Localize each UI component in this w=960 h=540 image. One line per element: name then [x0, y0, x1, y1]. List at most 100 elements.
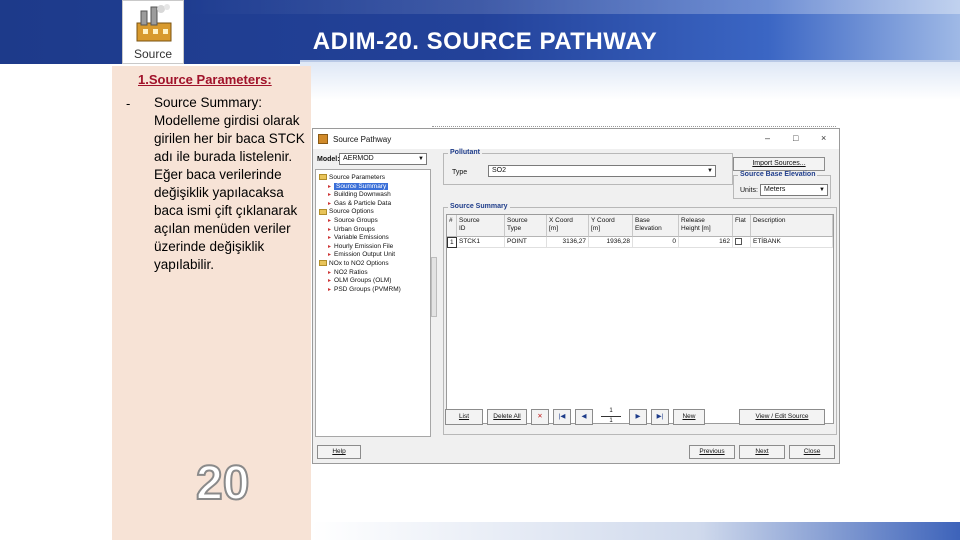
table-cell: 0: [633, 237, 679, 248]
tree-item[interactable]: ▸ Urban Groups: [328, 226, 375, 233]
tree-item[interactable]: ▸ Building Downwash: [328, 191, 391, 198]
column-header[interactable]: Base Elevation: [633, 215, 679, 237]
column-header[interactable]: #: [447, 215, 457, 237]
source-pathway-window: Source Pathway – □ × Model: AERMOD ▼ Sou…: [312, 128, 840, 464]
table-cell: 3136,27: [547, 237, 589, 248]
folder-icon: [319, 174, 327, 181]
factory-icon: [136, 4, 172, 42]
tree-item-label: Source Parameters: [329, 174, 385, 181]
next-button[interactable]: Next: [739, 445, 785, 459]
units-select[interactable]: Meters ▼: [760, 184, 828, 196]
first-record-icon[interactable]: |◀: [553, 409, 571, 425]
tree-folder[interactable]: NOx to NO2 Options: [319, 260, 389, 267]
title-bar: Source Pathway – □ ×: [313, 129, 839, 149]
type-label: Type: [452, 169, 468, 176]
minimize-button[interactable]: –: [765, 133, 770, 143]
checkbox-icon: [735, 238, 742, 245]
header-stripe: [186, 0, 960, 14]
next-record-icon[interactable]: ▶: [629, 409, 647, 425]
arrow-icon: ▸: [328, 252, 332, 259]
maximize-button[interactable]: □: [793, 133, 798, 143]
summary-group-title: Source Summary: [448, 203, 510, 210]
chevron-down-icon: ▼: [418, 156, 424, 162]
tree-item[interactable]: ▸ Source Groups: [328, 217, 378, 224]
help-button[interactable]: Help: [317, 445, 361, 459]
arrow-icon: ▸: [328, 226, 332, 233]
record-navigation: List Delete All ✕ |◀ ◀ 1 1 ▶ ▶| New View…: [443, 407, 835, 429]
units-label: Units:: [740, 187, 758, 194]
tree-item[interactable]: ▸ OLM Groups (OLM): [328, 277, 391, 284]
pollutant-type-select[interactable]: SO2 ▼: [488, 165, 716, 177]
import-sources-label: Import Sources...: [752, 160, 806, 167]
import-sources-button[interactable]: Import Sources...: [733, 157, 825, 171]
tree-item[interactable]: ▸ PSD Groups (PVMRM): [328, 286, 401, 293]
column-header[interactable]: Flat: [733, 215, 751, 237]
tree-item-label: Gas & Particle Data: [334, 199, 392, 207]
pollutant-group: Pollutant Type SO2 ▼: [443, 149, 733, 185]
arrow-icon: ▸: [328, 243, 332, 250]
elevation-group-title: Source Base Elevation: [738, 171, 818, 178]
tree-item-label: Source Groups: [334, 217, 378, 224]
source-base-elevation-group: Source Base Elevation Units: Meters ▼: [733, 171, 831, 199]
logo-label: Source: [133, 47, 173, 61]
column-header[interactable]: Y Coord [m]: [589, 215, 633, 237]
tree-folder[interactable]: Source Parameters: [319, 174, 385, 181]
table-cell: STCK1: [457, 237, 505, 248]
record-counter-current: 1: [609, 408, 613, 414]
arrow-icon: ▸: [328, 200, 332, 207]
tree-item[interactable]: ▸ Source Summary: [328, 182, 389, 190]
tree-item[interactable]: ▸ Gas & Particle Data: [328, 200, 391, 207]
tree-item-label: Urban Groups: [334, 225, 375, 233]
list-button[interactable]: List: [445, 409, 483, 425]
pathway-tree: Source Parameters ▸ Source Summary ▸ Buildin…: [315, 169, 431, 437]
column-header[interactable]: Source Type: [505, 215, 547, 237]
record-counter: 1 1: [597, 407, 625, 427]
new-button[interactable]: New: [673, 409, 705, 425]
panel-heading: 1.Source Parameters:: [138, 72, 272, 87]
last-record-icon[interactable]: ▶|: [651, 409, 669, 425]
delete-all-button[interactable]: Delete All: [487, 409, 527, 425]
tree-item-label: Variable Emissions: [334, 234, 389, 242]
tree-item-label: NOx to NO2 Options: [329, 260, 389, 267]
tree-item[interactable]: ▸ Emission Output Unit: [328, 251, 395, 258]
tree-folder[interactable]: Source Options: [319, 208, 374, 215]
tree-item-label: Emission Output Unit: [334, 251, 396, 259]
tree-item-label: Source Options: [329, 208, 374, 216]
model-select[interactable]: AERMOD ▼: [339, 153, 427, 165]
model-value: AERMOD: [343, 155, 374, 162]
delete-icon[interactable]: ✕: [531, 409, 549, 425]
tree-scrollbar[interactable]: [431, 257, 437, 317]
folder-icon: [319, 260, 327, 267]
folder-icon: [319, 208, 327, 215]
tree-item[interactable]: ▸ Variable Emissions: [328, 234, 389, 241]
source-summary-group: Source Summary # Source ID Source Type X Co…: [443, 203, 837, 435]
previous-button[interactable]: Previous: [689, 445, 735, 459]
slide-title: ADIM-20. SOURCE PATHWAY: [312, 28, 658, 55]
model-label: Model:: [317, 156, 340, 163]
header-swoosh: [300, 60, 960, 100]
pollutant-type-value: SO2: [492, 167, 507, 174]
column-header[interactable]: Source ID: [457, 215, 505, 237]
tree-item-label: Building Downwash: [334, 191, 391, 199]
table-cell: 162: [679, 237, 733, 248]
tree-item-label: OLM Groups (OLM): [334, 277, 392, 285]
previous-record-icon[interactable]: ◀: [575, 409, 593, 425]
table-cell: 1936,28: [589, 237, 633, 248]
arrow-icon: ▸: [328, 269, 332, 276]
table-cell: ETİBANK: [751, 237, 833, 248]
close-button[interactable]: Close: [789, 445, 835, 459]
flat-checkbox[interactable]: [733, 237, 751, 248]
tree-item[interactable]: ▸ Hourly Emission File: [328, 243, 393, 250]
column-header[interactable]: X Coord [m]: [547, 215, 589, 237]
arrow-icon: ▸: [328, 286, 332, 293]
view-edit-source-button[interactable]: View / Edit Source: [739, 409, 825, 425]
tree-item[interactable]: ▸ NO2 Ratios: [328, 269, 368, 276]
arrow-icon: ▸: [328, 235, 332, 242]
bullet-dash: -: [126, 96, 131, 111]
slide: ADIM-20. SOURCE PATHWAY Source 1.Source …: [0, 0, 960, 540]
column-header[interactable]: Description: [751, 215, 833, 237]
table-cell: 1: [447, 237, 457, 248]
column-header[interactable]: Release Height [m]: [679, 215, 733, 237]
left-panel: 1.Source Parameters: - Source Summary: M…: [112, 66, 311, 540]
close-window-button[interactable]: ×: [821, 133, 826, 143]
